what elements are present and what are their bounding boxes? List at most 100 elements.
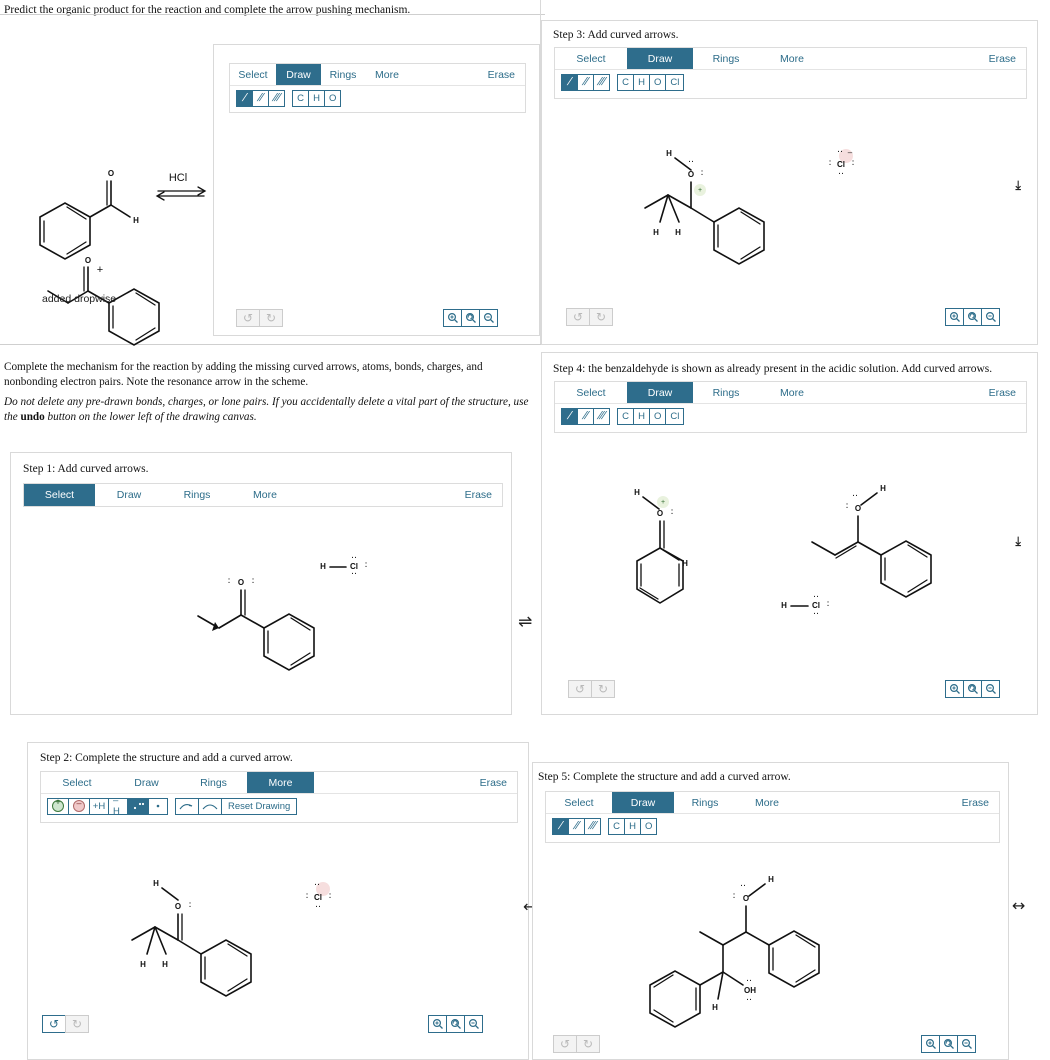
tab-select[interactable]: Select — [546, 792, 612, 813]
tab-rings[interactable]: Rings — [693, 382, 759, 403]
bond-single-button[interactable]: / — [552, 817, 569, 835]
bond-single-button[interactable]: / — [561, 73, 578, 91]
bond-double-button[interactable]: // — [252, 89, 269, 107]
zoom-in-button[interactable] — [443, 309, 462, 327]
zoom-reset-button[interactable] — [963, 308, 982, 326]
lonepair-Cl-right-step1: : — [364, 560, 367, 570]
tab-rings[interactable]: Rings — [163, 484, 231, 506]
tab-erase[interactable]: Erase — [962, 792, 999, 813]
zoom-reset-button[interactable] — [461, 309, 480, 327]
atom-button-C[interactable]: C — [617, 73, 634, 91]
tab-erase[interactable]: Erase — [989, 48, 1026, 69]
tab-erase[interactable]: Erase — [465, 484, 502, 506]
atom-button-Cl[interactable]: Cl — [665, 407, 685, 425]
tab-draw[interactable]: Draw — [627, 382, 693, 403]
tab-erase[interactable]: Erase — [480, 772, 517, 793]
tab-select[interactable]: Select — [24, 484, 95, 506]
redo-button[interactable]: ↻ — [259, 309, 283, 327]
single-barb-arrow-button[interactable] — [175, 797, 199, 815]
atom-button-H[interactable]: H — [624, 817, 641, 835]
tab-more[interactable]: More — [759, 48, 825, 69]
atom-button-H[interactable]: H — [633, 407, 650, 425]
atom-button-O[interactable]: O — [324, 89, 342, 107]
bond-double-button[interactable]: // — [577, 407, 594, 425]
tab-erase[interactable]: Erase — [989, 382, 1026, 403]
remove-hydrogen-button[interactable]: –H — [108, 795, 128, 817]
tab-more[interactable]: More — [736, 792, 798, 813]
atom-button-C[interactable]: C — [292, 89, 309, 107]
toolbar-step5: Select Draw Rings More Erase / // /// C … — [545, 791, 1000, 843]
bond-triple-button[interactable]: /// — [268, 89, 285, 107]
bond-double-icon: // — [582, 410, 589, 422]
zoom-out-button[interactable] — [479, 309, 498, 327]
add-hydrogen-button[interactable]: +H — [89, 797, 109, 815]
redo-button[interactable]: ↻ — [589, 308, 613, 326]
tab-erase[interactable]: Erase — [488, 64, 525, 85]
minus-charge-button[interactable] — [68, 797, 90, 815]
tab-more[interactable]: More — [759, 382, 825, 403]
plus-charge-button[interactable] — [47, 797, 69, 815]
zoom-in-button[interactable] — [945, 680, 964, 698]
tab-select[interactable]: Select — [555, 48, 627, 69]
atom-button-O[interactable]: O — [640, 817, 658, 835]
bond-triple-button[interactable]: /// — [593, 407, 610, 425]
redo-button[interactable]: ↻ — [576, 1035, 600, 1053]
tab-draw[interactable]: Draw — [612, 792, 674, 813]
atom-button-Cl[interactable]: Cl — [665, 73, 685, 91]
tab-more[interactable]: More — [247, 772, 314, 793]
bond-double-button[interactable]: // — [568, 817, 585, 835]
tab-more[interactable]: More — [231, 484, 299, 506]
undo-button[interactable]: ↺ — [566, 308, 590, 326]
zoom-in-button[interactable] — [945, 308, 964, 326]
zoom-out-button[interactable] — [981, 308, 1000, 326]
tab-more[interactable]: More — [365, 64, 409, 85]
undo-button[interactable]: ↺ — [236, 309, 260, 327]
zoom-out-button[interactable] — [464, 1015, 483, 1033]
bond-triple-button[interactable]: /// — [593, 73, 610, 91]
undo-button[interactable]: ↺ — [42, 1015, 66, 1033]
zoom-in-button[interactable] — [921, 1035, 940, 1053]
step1-label: Step 1: Add curved arrows. — [23, 463, 149, 475]
atom-button-O[interactable]: O — [649, 73, 667, 91]
step2-structure-canvas: H O : H H ‥ : Cl : ‥ — [128, 868, 458, 1008]
reset-drawing-button[interactable]: Reset Drawing — [221, 797, 298, 815]
lone-pair-button[interactable] — [127, 797, 149, 815]
more-button-group: +H –H — [47, 795, 168, 817]
tab-draw[interactable]: Draw — [276, 64, 321, 85]
zoom-out-button[interactable] — [981, 680, 1000, 698]
redo-button[interactable]: ↻ — [591, 680, 615, 698]
tab-rings[interactable]: Rings — [321, 64, 365, 85]
zoom-out-button[interactable] — [957, 1035, 976, 1053]
lonepair-OH-bottom-step5: ‥ — [746, 993, 752, 1003]
tab-draw[interactable]: Draw — [627, 48, 693, 69]
radical-button[interactable] — [148, 797, 168, 815]
tab-rings[interactable]: Rings — [693, 48, 759, 69]
zoom-in-button[interactable] — [428, 1015, 447, 1033]
atom-button-C[interactable]: C — [617, 407, 634, 425]
atom-button-C[interactable]: C — [608, 817, 625, 835]
tab-rings[interactable]: Rings — [674, 792, 736, 813]
tab-draw[interactable]: Draw — [95, 484, 163, 506]
zoom-reset-button[interactable] — [446, 1015, 465, 1033]
atom-button-O[interactable]: O — [649, 407, 667, 425]
double-barb-arrow-button[interactable] — [198, 797, 222, 815]
resonance-arrow: ⇌ — [518, 612, 533, 632]
tab-draw[interactable]: Draw — [113, 772, 180, 793]
zoom-controls-main — [443, 309, 498, 327]
bond-double-button[interactable]: // — [577, 73, 594, 91]
lonepair-O-right-step2: : — [188, 900, 191, 910]
atom-button-H[interactable]: H — [633, 73, 650, 91]
tab-select[interactable]: Select — [230, 64, 276, 85]
redo-button[interactable]: ↻ — [65, 1015, 89, 1033]
tab-rings[interactable]: Rings — [180, 772, 247, 793]
tab-select[interactable]: Select — [555, 382, 627, 403]
bond-single-button[interactable]: / — [236, 89, 253, 107]
undo-button[interactable]: ↺ — [568, 680, 592, 698]
bond-single-button[interactable]: / — [561, 407, 578, 425]
undo-button[interactable]: ↺ — [553, 1035, 577, 1053]
atom-button-H[interactable]: H — [308, 89, 325, 107]
bond-triple-button[interactable]: /// — [584, 817, 601, 835]
zoom-reset-button[interactable] — [963, 680, 982, 698]
zoom-reset-button[interactable] — [939, 1035, 958, 1053]
tab-select[interactable]: Select — [41, 772, 113, 793]
